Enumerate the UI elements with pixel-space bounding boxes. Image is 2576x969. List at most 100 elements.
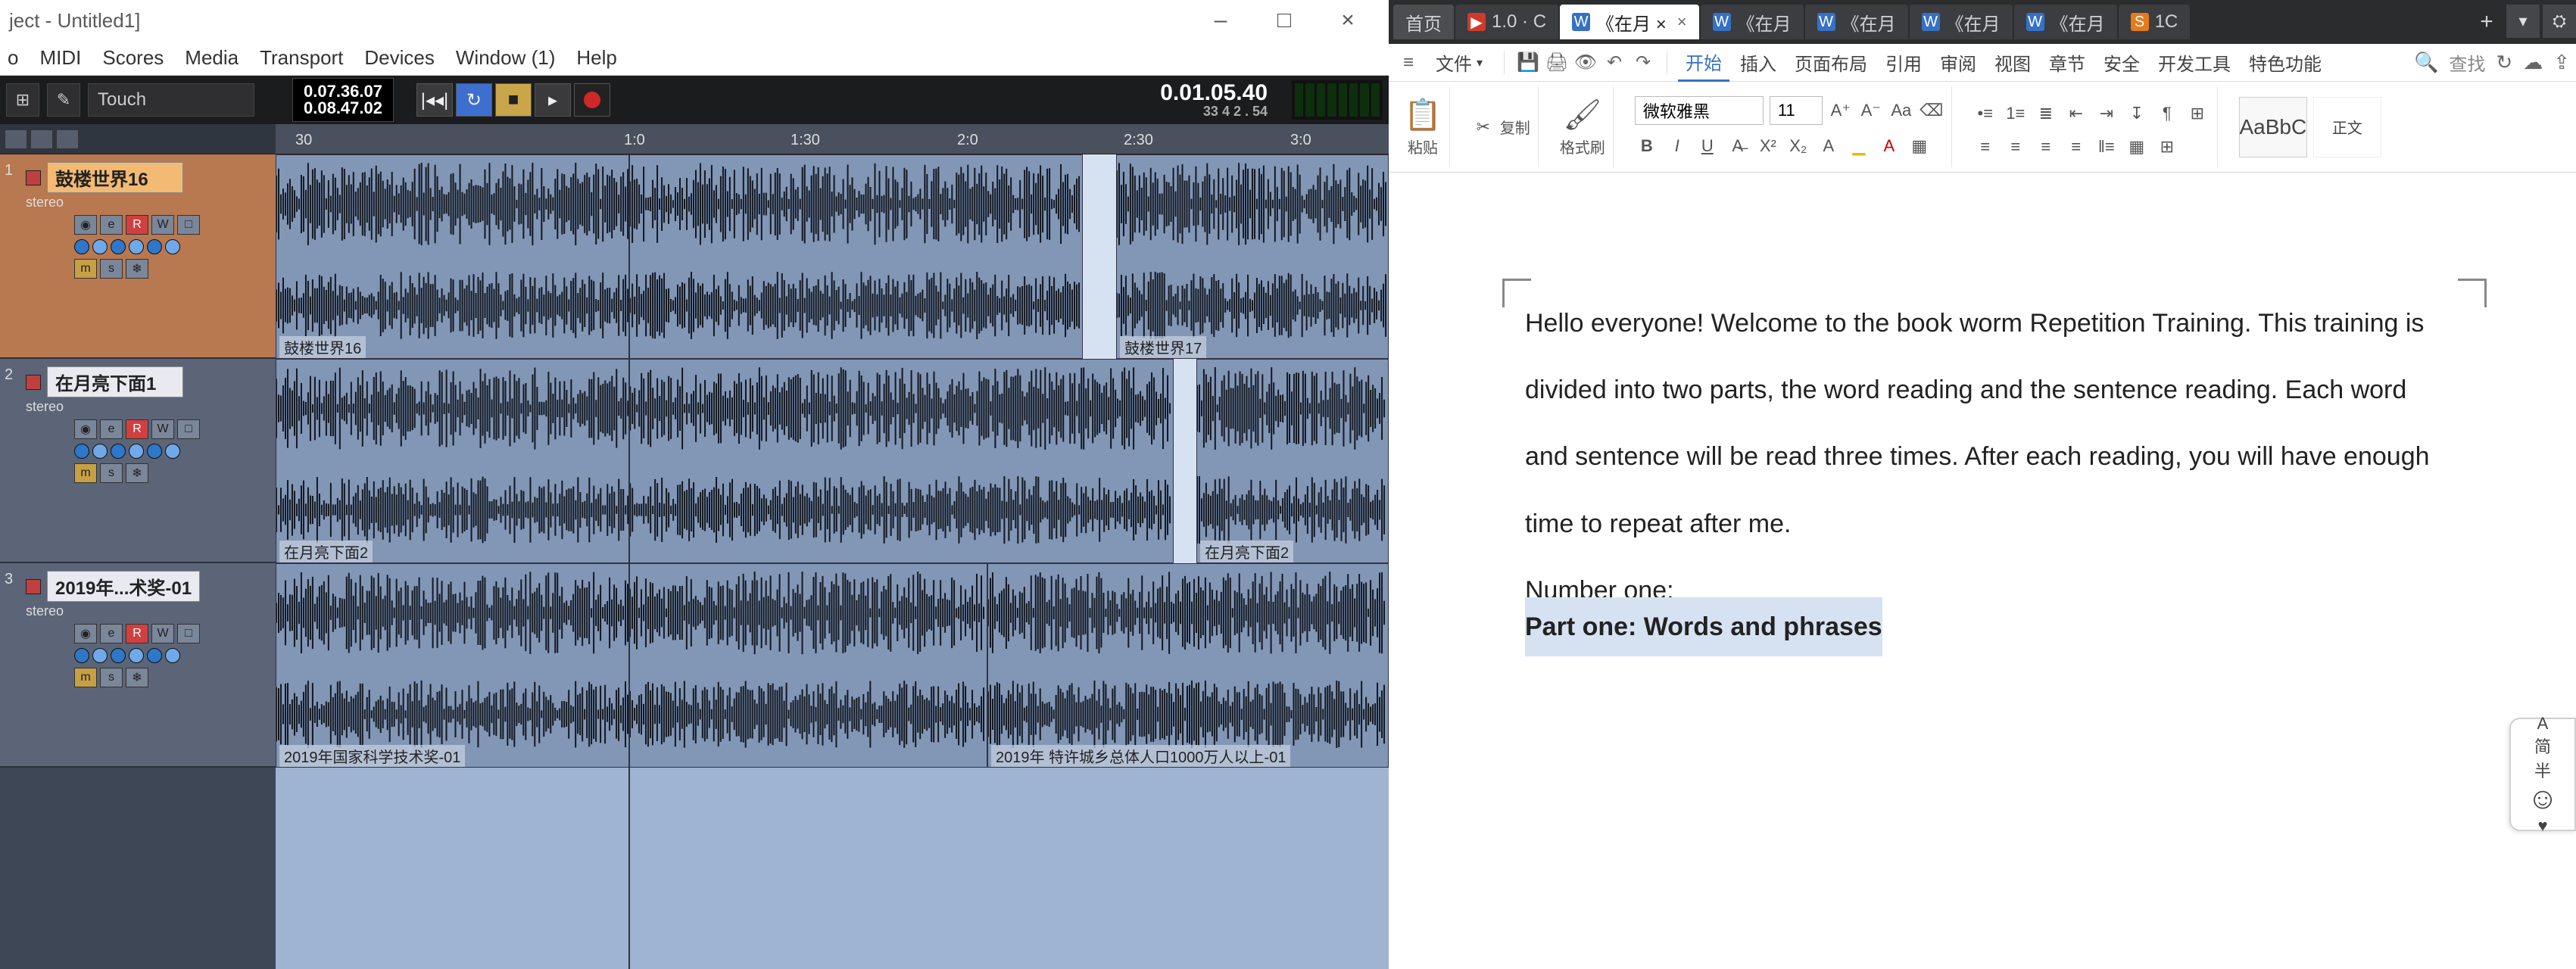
mute-button[interactable]: m [74,463,97,483]
insert-slot-icon[interactable] [165,648,180,663]
shrink-font-icon[interactable]: A⁻ [1859,98,1883,123]
shading-icon[interactable]: ▦ [1907,134,1932,158]
style-name[interactable]: 正文 [2313,97,2381,157]
write-automation-button[interactable]: W [151,624,174,643]
cut-icon[interactable]: ✂ [1471,115,1495,139]
doc-paragraph[interactable]: divided into two parts, the word reading… [1525,360,2464,419]
share-icon[interactable]: ⇪ [2553,51,2570,74]
font-size-select[interactable]: 11 [1770,96,1823,125]
solo-button[interactable]: s [100,259,123,279]
insert-slot-icon[interactable] [74,648,89,663]
align-center-icon[interactable]: ≡ [2004,135,2028,159]
align-right-icon[interactable]: ≡ [2034,135,2058,159]
print-preview-icon[interactable]: 👁 [1573,50,1598,76]
menu-scores[interactable]: Scores [102,46,164,70]
align-left-icon[interactable]: ≡ [1973,135,1997,159]
assistant-widget[interactable]: A 简 半 ☺ ♥ [2509,718,2576,831]
lane-button[interactable]: □ [177,624,200,643]
stop-button[interactable]: ■ [495,83,532,117]
insert-slot-icon[interactable] [92,444,108,459]
insert-slot-icon[interactable] [111,239,126,254]
multilevel-list-icon[interactable]: ≣ [2034,101,2058,126]
insert-slot-icon[interactable] [129,444,144,459]
menu-transport[interactable]: Transport [260,46,343,70]
search-icon[interactable]: 🔍 [2414,51,2438,74]
track-name-field[interactable]: 在月亮下面1 [47,366,183,397]
document-page[interactable]: Hello everyone! Welcome to the book worm… [1480,203,2509,884]
lane-button[interactable]: □ [177,419,200,439]
subscript-button[interactable]: X₂ [1786,134,1810,158]
edit-button[interactable]: e [100,215,123,235]
numbering-icon[interactable]: 1≡ [2004,101,2028,126]
font-family-select[interactable]: 微软雅黑 [1635,96,1764,125]
track-list-empty-area[interactable] [0,768,276,969]
font-color-icon[interactable]: A [1877,134,1901,158]
audio-clip[interactable]: 在月亮下面2 [276,359,1174,563]
record-arm-button[interactable]: R [126,624,148,643]
audio-clip[interactable]: 鼓楼世界17 [1116,154,1389,359]
ribbon-tab-security[interactable]: 安全 [2096,45,2147,80]
lane-button[interactable]: □ [177,215,200,235]
write-automation-button[interactable]: W [151,419,174,439]
new-tab-button[interactable]: + [2470,5,2503,39]
playhead[interactable] [628,154,630,969]
search-label[interactable]: 查找 [2449,49,2485,76]
monitor-button[interactable]: ◉ [74,624,97,643]
underline-button[interactable]: U [1695,134,1720,158]
insert-slot-icon[interactable] [111,444,126,459]
mute-button[interactable]: m [74,668,97,687]
menu-midi[interactable]: MIDI [39,46,81,70]
ribbon-tab-view[interactable]: 视图 [1987,45,2038,80]
insert-slot-icon[interactable] [129,239,144,254]
wp-page-area[interactable]: Hello everyone! Welcome to the book worm… [1389,173,2576,969]
strikethrough-button[interactable]: A̶ [1726,134,1750,158]
clear-format-icon[interactable]: ⌫ [1920,98,1944,123]
menu-o[interactable]: o [8,46,18,70]
ribbon-tab-review[interactable]: 审阅 [1932,45,1984,80]
document-tab[interactable]: W《在月 ×× [1560,5,1699,39]
menu-window[interactable]: Window (1) [456,46,555,70]
justify-icon[interactable]: ≡ [2064,135,2088,159]
borders-icon[interactable]: ⊞ [2155,135,2179,159]
rewind-start-button[interactable]: |◂◂| [416,83,453,117]
write-automation-button[interactable]: W [151,215,174,235]
document-tab[interactable]: W《在月 [1910,5,2013,39]
monitor-button[interactable]: ◉ [74,419,97,439]
document-tab[interactable]: W《在月 [1701,5,1804,39]
doc-heading[interactable]: Part one: Words and phrases [1525,597,1882,656]
ribbon-tab-special[interactable]: 特色功能 [2241,45,2329,80]
record-button[interactable] [574,83,610,117]
grow-font-icon[interactable]: A⁺ [1829,98,1853,123]
audio-clip[interactable]: 在月亮下面2 [1196,359,1389,563]
solo-button[interactable]: s [100,668,123,687]
doc-paragraph[interactable]: and sentence will be read three times. A… [1525,427,2464,486]
ribbon-tab-sections[interactable]: 章节 [2041,45,2093,80]
document-body[interactable]: Hello everyone! Welcome to the book worm… [1525,294,2464,620]
insert-slot-icon[interactable] [165,444,180,459]
arrange-area[interactable]: 301:01:302:02:303:0 鼓楼世界16鼓楼世界17在月亮下面2在月… [276,124,1389,969]
tabs-overflow-button[interactable]: ▾ [2506,5,2540,38]
track-header[interactable]: 1鼓楼世界16stereo◉eRW□ms❄ [0,154,276,359]
mute-button[interactable]: m [74,259,97,279]
document-tab[interactable]: S1C [2119,5,2191,39]
clips-area[interactable]: 鼓楼世界16鼓楼世界17在月亮下面2在月亮下面22019年国家科学技术奖-012… [276,154,1389,969]
tracklist-btn-3[interactable] [56,129,79,149]
doc-paragraph[interactable]: time to repeat after me. [1525,494,2464,553]
cloud-icon[interactable]: ☁ [2523,51,2543,74]
menu-devices[interactable]: Devices [364,46,434,70]
bullets-icon[interactable]: •≡ [1973,101,1997,126]
insert-slot-icon[interactable] [74,444,89,459]
insert-slot-icon[interactable] [147,648,162,663]
ribbon-tab-references[interactable]: 引用 [1878,45,1929,80]
hamburger-icon[interactable]: ≡ [1395,49,1422,76]
record-arm-button[interactable]: R [126,215,148,235]
draw-tool-icon[interactable]: ✎ [47,83,80,117]
close-button[interactable]: × [1316,0,1380,41]
shading-fill-icon[interactable]: ▦ [2125,135,2149,159]
track-header[interactable]: 2在月亮下面1stereo◉eRW□ms❄ [0,359,276,563]
increase-indent-icon[interactable]: ⇥ [2094,101,2119,126]
menu-media[interactable]: Media [185,46,239,70]
audio-clip[interactable]: 鼓楼世界16 [276,154,1083,359]
record-arm-button[interactable]: R [126,419,148,439]
menu-help[interactable]: Help [576,46,616,70]
